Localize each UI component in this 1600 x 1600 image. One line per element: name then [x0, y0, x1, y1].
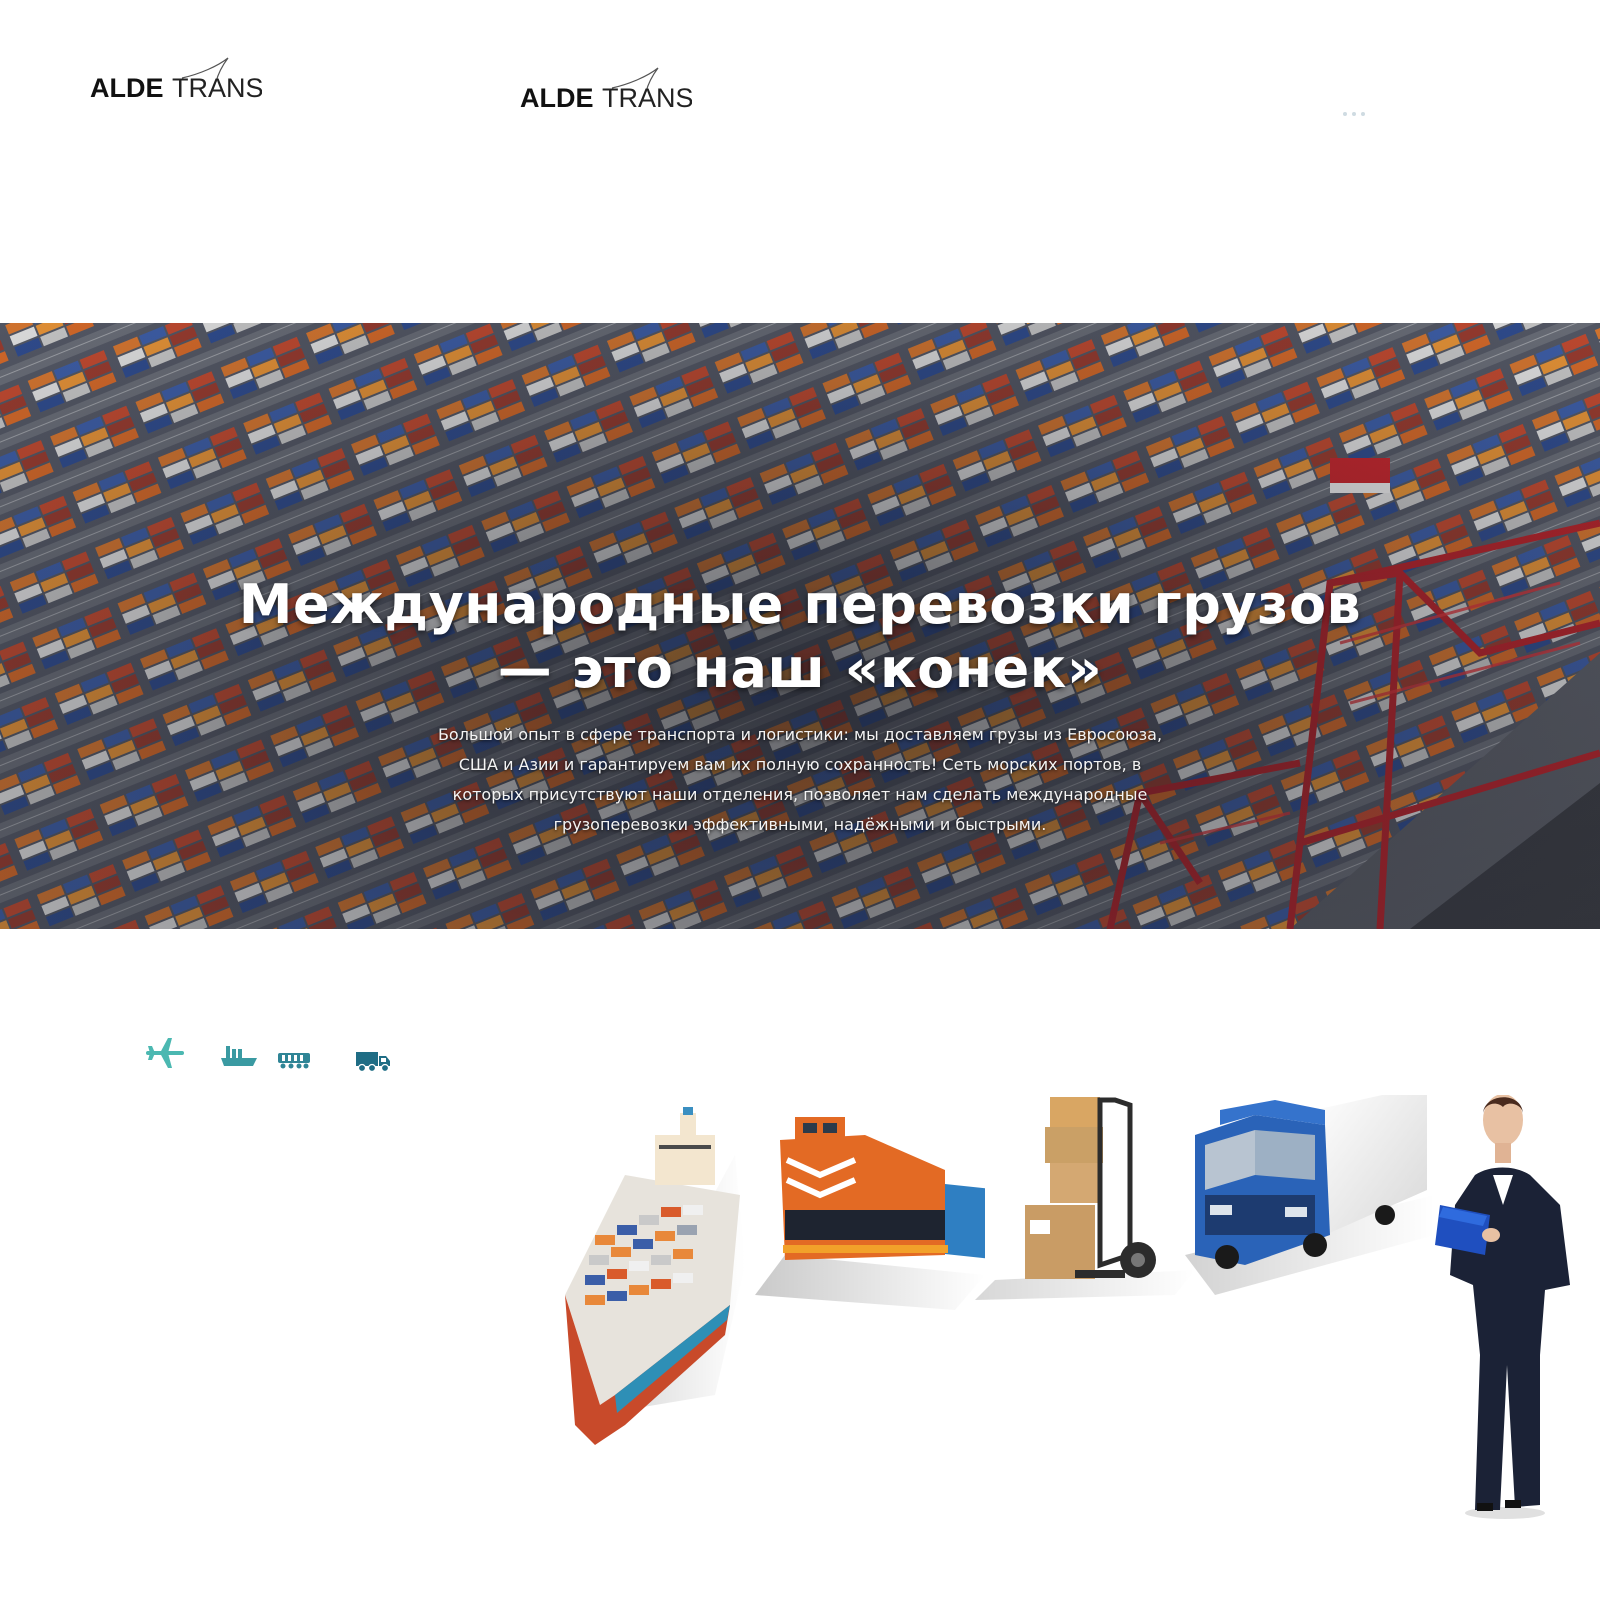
logo-primary-light: TRANS — [172, 73, 262, 103]
hero-title-line: Международные перевозки грузов — [238, 573, 1362, 636]
hero-text-line: США и Азии и гарантируем вам их полную с… — [458, 755, 1142, 774]
slider-dot[interactable] — [1343, 112, 1347, 116]
hero-text-line: Большой опыт в сфере транспорта и логист… — [437, 725, 1163, 744]
truck-image — [1185, 1095, 1435, 1295]
logo-secondary[interactable]: ALDE TRANS — [520, 62, 692, 118]
hero-text-line: которых присутствуют наши отделения, поз… — [452, 785, 1148, 804]
hero-text-line: грузоперевозки эффективными, надёжными и… — [553, 815, 1047, 834]
locomotive-image — [755, 1117, 985, 1310]
cargo-ship-image — [565, 1107, 745, 1445]
hero-title: Международные перевозки грузов — это наш… — [200, 573, 1400, 701]
logo-secondary-bold: ALDE — [520, 83, 594, 113]
truck-icon[interactable] — [355, 1049, 391, 1078]
page: ALDE TRANS ALDE TRANS Международные пере… — [0, 0, 1600, 1600]
slider-dots — [1343, 112, 1365, 116]
hero-banner: Международные перевозки грузов — это наш… — [0, 323, 1600, 929]
hero-title-line: — это наш «конек» — [497, 637, 1103, 700]
plane-icon[interactable] — [146, 1036, 184, 1075]
logo-primary[interactable]: ALDE TRANS — [90, 52, 262, 108]
train-icon[interactable] — [277, 1052, 311, 1075]
transport-illustration — [555, 1095, 1600, 1535]
slider-dot[interactable] — [1361, 112, 1365, 116]
logo-secondary-light: TRANS — [602, 83, 692, 113]
boxes-hand-truck-image — [975, 1097, 1195, 1300]
logo-primary-bold: ALDE — [90, 73, 164, 103]
ship-icon[interactable] — [220, 1044, 258, 1073]
businesswoman-image — [1435, 1095, 1570, 1519]
hero-description: Большой опыт в сфере транспорта и логист… — [420, 720, 1180, 840]
slider-dot[interactable] — [1352, 112, 1356, 116]
